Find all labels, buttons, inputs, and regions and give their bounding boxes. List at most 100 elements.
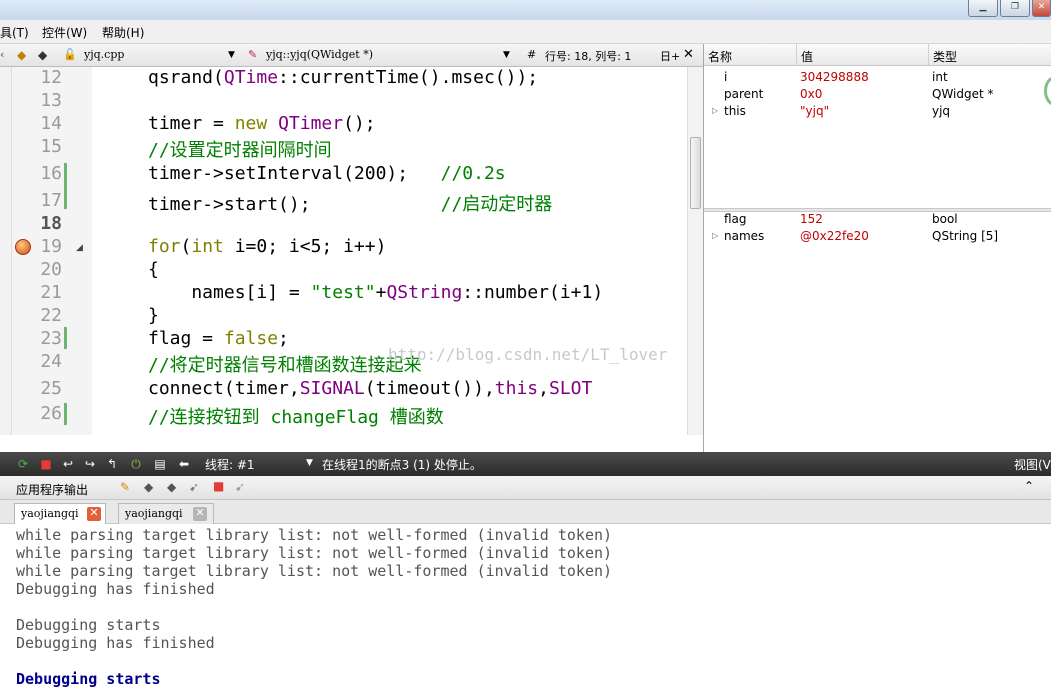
output-line: while parsing target library list: not w… — [16, 562, 613, 580]
menu-tools[interactable]: 具(T) — [0, 24, 29, 41]
scrollbar-thumb[interactable] — [690, 137, 701, 209]
fold-marker-icon[interactable]: ◢ — [76, 243, 83, 253]
code-line[interactable]: timer = new QTimer(); — [148, 113, 376, 134]
column-header-name[interactable]: 名称 — [704, 44, 797, 66]
tab-label: yaojiangqi — [125, 507, 183, 520]
file-selector[interactable]: yjq.cpp — [84, 48, 124, 61]
reverse-icon[interactable]: ⬅ — [176, 456, 192, 472]
function-icon: ✎ — [248, 48, 258, 61]
change-marker — [64, 403, 67, 425]
code-line[interactable]: timer->start(); //启动定时器 — [148, 190, 552, 216]
back-arrow-icon[interactable]: ◆ — [17, 48, 26, 62]
forward-arrow-icon[interactable]: ◆ — [38, 48, 47, 62]
debug-toolbar: ⟳ ■ ↩ ↪ ↰ ⏻ ▤ ⬅ 线程: #1 ▼ 在线程1的断点3 (1) 处停… — [0, 452, 1051, 476]
code-line[interactable]: qsrand(QTime::currentTime().msec()); — [148, 67, 538, 88]
code-line[interactable]: for(int i=0; i<5; i++) — [148, 236, 386, 257]
variable-name: parent — [724, 87, 764, 101]
watermark: http://blog.csdn.net/LT_lover — [388, 345, 668, 364]
operate-by-instruction-icon[interactable]: ▤ — [152, 456, 168, 472]
step-into-icon[interactable]: ↪ — [82, 456, 98, 472]
restart-icon[interactable]: ⏻ — [128, 456, 144, 472]
variable-name: flag — [724, 212, 747, 226]
thread-dropdown-icon[interactable]: ▼ — [306, 458, 313, 468]
breakpoint-icon[interactable] — [15, 239, 31, 255]
column-header-type[interactable]: 类型 — [929, 44, 1051, 66]
view-menu[interactable]: 视图(V — [1014, 456, 1051, 473]
code-line[interactable]: } — [148, 305, 159, 326]
clear-output-icon[interactable]: ✎ — [120, 480, 130, 494]
locals-row[interactable]: ▷ names @0x22fe20 QString [5] — [704, 228, 1051, 245]
output-line: Debugging starts — [16, 616, 161, 634]
output-line: Debugging has finished — [16, 634, 215, 652]
close-editor-icon[interactable]: ✕ — [683, 47, 694, 62]
code-line[interactable]: flag = false; — [148, 328, 289, 349]
line-number: 17 — [40, 190, 62, 211]
application-output[interactable]: while parsing target library list: not w… — [0, 524, 1051, 689]
menu-widgets[interactable]: 控件(W) — [42, 24, 87, 41]
restore-button[interactable]: ❐ — [1000, 0, 1030, 17]
locals-row[interactable]: flag 152 bool — [704, 211, 1051, 228]
line-number: 12 — [40, 67, 62, 88]
tab-label: yaojiangqi — [21, 507, 79, 520]
code-line[interactable]: //设置定时器间隔时间 — [148, 136, 332, 162]
thread-label: 线程: #1 — [205, 458, 255, 472]
symbol-selector[interactable]: yjq::yjq(QWidget *) — [266, 48, 373, 61]
chevron-down-icon[interactable]: ▼ — [503, 50, 510, 60]
chevron-left-icon[interactable]: ‹ — [0, 48, 4, 61]
code-line[interactable]: names[i] = "test"+QString::number(i+1) — [148, 282, 603, 303]
editor-vertical-scrollbar[interactable] — [687, 67, 703, 435]
window-titlebar: ▁ ❐ ✕ — [0, 0, 1051, 20]
editor-toolbar: ‹ ◆ ◆ 🔓 yjq.cpp ▼ ✎ yjq::yjq(QWidget *) … — [0, 44, 703, 67]
variable-value: 0x0 — [800, 87, 823, 101]
code-line[interactable]: //连接按钮到 changeFlag 槽函数 — [148, 403, 444, 429]
line-number: 13 — [40, 90, 62, 111]
locals-row[interactable]: i 304298888 int — [704, 69, 1051, 86]
editor-left-margin — [0, 67, 12, 435]
output-panel-title: 应用程序输出 — [16, 483, 89, 497]
column-header-value[interactable]: 值 — [797, 44, 929, 66]
variable-name: this — [724, 104, 746, 118]
locals-row[interactable]: ▷ this "yjq" yjq — [704, 103, 1051, 120]
locals-row[interactable]: parent 0x0 QWidget * — [704, 86, 1051, 103]
collapse-panel-icon[interactable]: ⌃ — [1024, 479, 1034, 493]
line-number: 16 — [40, 163, 62, 184]
line-number: 18 — [40, 213, 62, 234]
rerun-icon[interactable]: ➹ — [189, 480, 199, 494]
output-line: while parsing target library list: not w… — [16, 544, 613, 562]
menu-help[interactable]: 帮助(H) — [102, 24, 144, 41]
split-icon[interactable]: 日+ — [660, 48, 680, 64]
next-item-icon[interactable]: ◆ — [167, 480, 176, 494]
continue-icon[interactable]: ⟳ — [15, 456, 31, 472]
variable-type: bool — [932, 212, 958, 226]
chevron-down-icon[interactable]: ▼ — [228, 50, 235, 60]
code-line[interactable]: { — [148, 259, 159, 280]
close-tab-icon[interactable]: ✕ — [193, 507, 207, 521]
close-tab-icon[interactable]: ✕ — [87, 507, 101, 521]
line-number: 26 — [40, 403, 62, 424]
code-editor[interactable]: 12 qsrand(QTime::currentTime().msec());13… — [0, 67, 703, 435]
line-number: 21 — [40, 282, 62, 303]
previous-item-icon[interactable]: ◆ — [144, 480, 153, 494]
minimize-button[interactable]: ▁ — [968, 0, 998, 17]
hash-label: # — [527, 48, 537, 61]
code-line[interactable]: //将定时器信号和槽函数连接起来 — [148, 351, 422, 377]
variable-name: names — [724, 229, 765, 243]
code-line[interactable]: timer->setInterval(200); //0.2s — [148, 163, 506, 184]
stop-output-icon[interactable]: ■ — [213, 479, 224, 493]
step-out-icon[interactable]: ↰ — [104, 456, 120, 472]
code-line[interactable]: connect(timer,SIGNAL(timeout()),this,SLO… — [148, 378, 592, 399]
line-number: 20 — [40, 259, 62, 280]
expand-arrow-icon[interactable]: ▷ — [712, 231, 718, 240]
stop-icon[interactable]: ■ — [38, 456, 54, 472]
line-number: 24 — [40, 351, 62, 372]
close-button[interactable]: ✕ — [1032, 0, 1051, 17]
step-over-icon[interactable]: ↩ — [60, 456, 76, 472]
output-tab[interactable]: yaojiangqi ✕ — [118, 503, 214, 524]
attach-icon[interactable]: ➹ — [235, 480, 245, 494]
variable-name: i — [724, 70, 728, 84]
variable-value: "yjq" — [800, 104, 830, 118]
output-tab-active[interactable]: yaojiangqi ✕ — [14, 503, 106, 525]
variable-type: int — [932, 70, 948, 84]
expand-arrow-icon[interactable]: ▷ — [712, 106, 718, 115]
variable-type: yjq — [932, 104, 951, 118]
